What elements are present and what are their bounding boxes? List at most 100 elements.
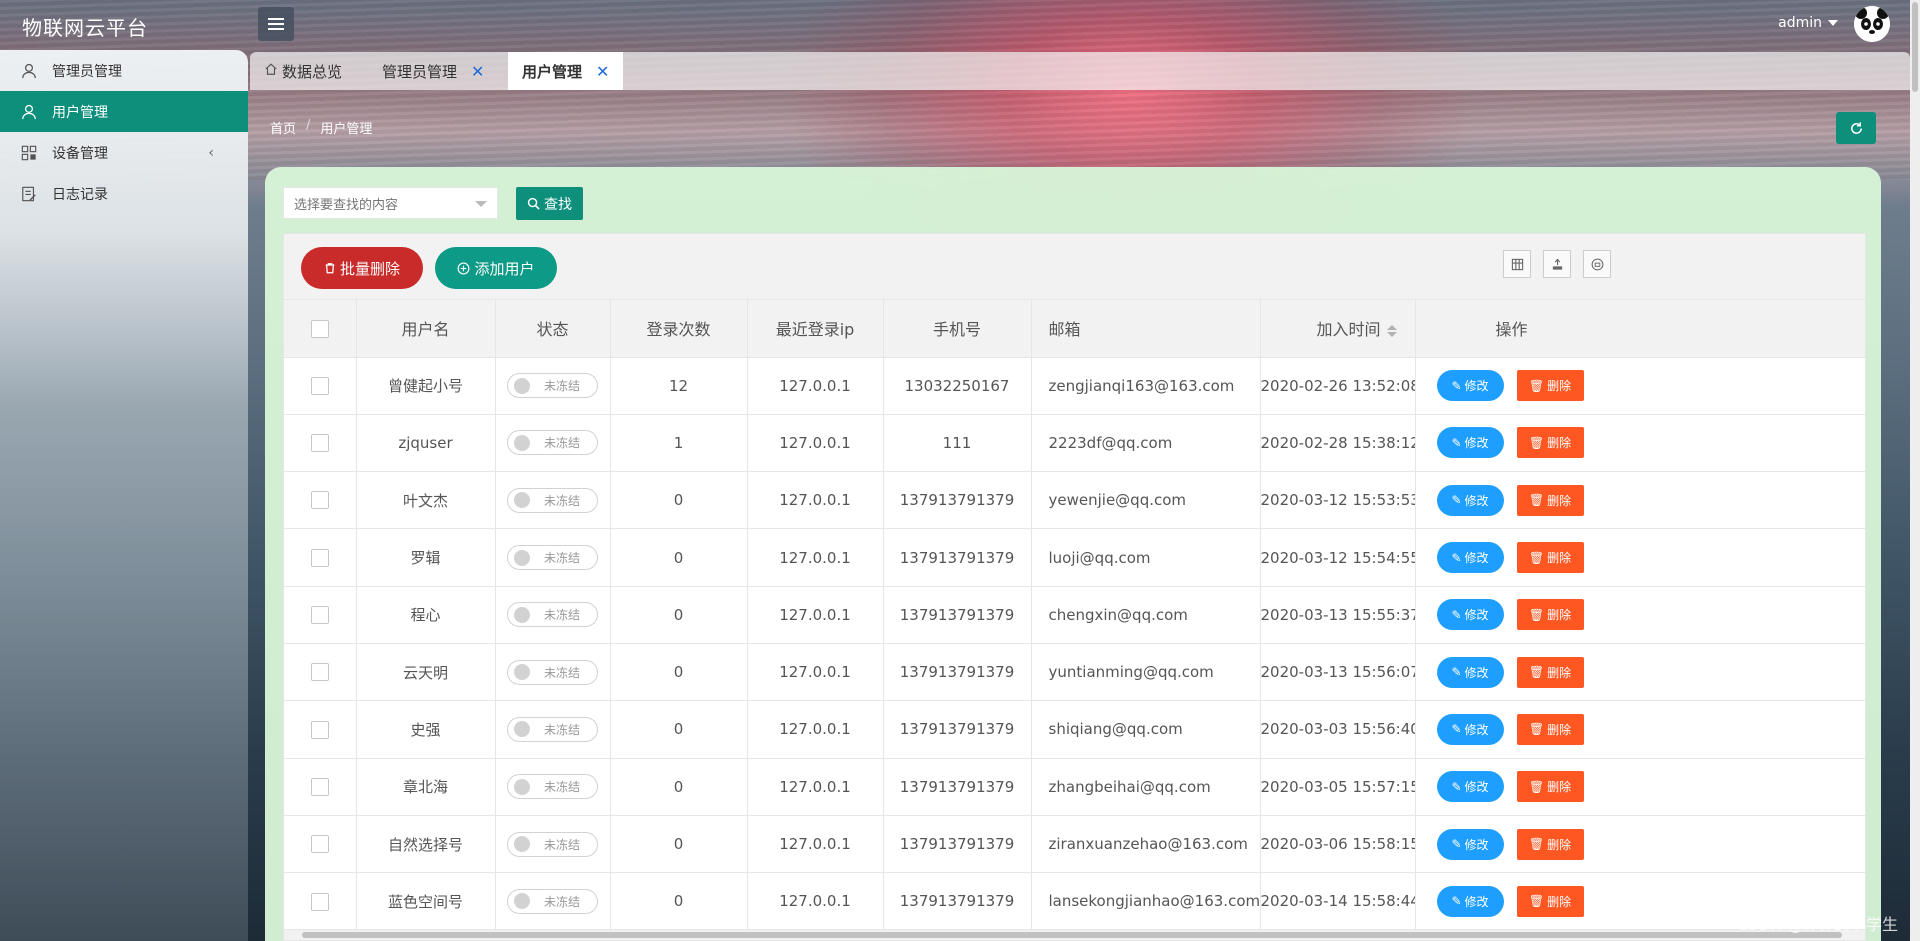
delete-label: 删除	[1547, 551, 1572, 566]
edit-label: 修改	[1464, 493, 1489, 508]
sort-icon[interactable]	[1386, 324, 1397, 337]
row-checkbox[interactable]	[310, 548, 329, 567]
edit-button[interactable]: ✎ 修改	[1436, 771, 1504, 803]
row-select-cell[interactable]	[284, 471, 357, 530]
cell-username: 曾健起小号	[356, 357, 496, 415]
column-filter-button[interactable]	[1503, 250, 1531, 278]
switch-knob	[514, 492, 530, 509]
freeze-switch[interactable]: 未冻结	[507, 430, 598, 456]
row-checkbox[interactable]	[310, 606, 329, 625]
export-button[interactable]	[1543, 250, 1571, 278]
cell-joined: 2020-03-13 15:56:07	[1260, 643, 1416, 702]
delete-button[interactable]: 🗑 删除	[1516, 542, 1584, 574]
cell-status: 未冻结	[495, 471, 611, 530]
edit-button[interactable]: ✎ 修改	[1436, 656, 1504, 688]
row-checkbox[interactable]	[310, 720, 329, 739]
cell-joined: 2020-03-03 15:56:40	[1260, 700, 1416, 759]
tab-admin-management[interactable]: 管理员管理 ✕	[368, 52, 498, 90]
cell-phone: 137913791379	[883, 758, 1032, 816]
delete-button[interactable]: 🗑 删除	[1516, 370, 1584, 402]
vertical-scrollbar[interactable]	[1910, 0, 1920, 941]
search-select[interactable]: 选择要查找的内容	[283, 187, 498, 219]
cell-logins: 0	[610, 758, 748, 816]
refresh-button[interactable]	[1836, 112, 1876, 144]
cell-joined: 2020-03-12 15:54:55	[1260, 528, 1416, 587]
sidebar-item-user-management[interactable]: 用户管理	[0, 91, 248, 132]
row-select-cell[interactable]	[284, 758, 357, 816]
avatar[interactable]	[1854, 6, 1890, 42]
row-checkbox[interactable]	[310, 892, 329, 911]
delete-button[interactable]: 🗑 删除	[1516, 771, 1584, 803]
freeze-switch[interactable]: 未冻结	[507, 774, 598, 800]
tab-overview[interactable]: 数据总览	[250, 52, 356, 90]
print-button[interactable]	[1583, 250, 1611, 278]
select-all-checkbox[interactable]	[310, 320, 329, 338]
delete-label: 删除	[1547, 894, 1572, 909]
edit-button[interactable]: ✎ 修改	[1436, 370, 1504, 402]
delete-button[interactable]: 🗑 删除	[1516, 885, 1584, 917]
pencil-icon: ✎	[1451, 550, 1462, 565]
row-select-cell[interactable]	[284, 357, 357, 415]
freeze-switch[interactable]: 未冻结	[507, 831, 598, 857]
search-button[interactable]: 查找	[516, 187, 583, 220]
user-table: 用户名 状态 登录次数 最近登录ip 手机号 邮箱 加入时间 操作 曾健起小号未…	[284, 300, 1865, 931]
tab-user-management[interactable]: 用户管理 ✕	[508, 52, 624, 90]
user-menu[interactable]: admin	[1778, 15, 1838, 31]
menu-toggle-button[interactable]	[258, 7, 294, 41]
freeze-switch[interactable]: 未冻结	[507, 888, 598, 914]
edit-button[interactable]: ✎ 修改	[1436, 484, 1504, 516]
edit-button[interactable]: ✎ 修改	[1436, 599, 1504, 631]
sidebar-item-log-records[interactable]: 日志记录	[0, 173, 248, 214]
row-select-cell[interactable]	[284, 586, 357, 644]
sidebar-item-admin-management[interactable]: 管理员管理	[0, 50, 248, 91]
sidebar-item-device-management[interactable]: 设备管理 ‹	[0, 132, 248, 173]
row-checkbox[interactable]	[310, 835, 329, 854]
delete-button[interactable]: 🗑 删除	[1516, 427, 1584, 459]
breadcrumb: 首页 / 用户管理	[270, 118, 372, 137]
scrollbar-thumb[interactable]	[1912, 2, 1918, 92]
delete-button[interactable]: 🗑 删除	[1516, 484, 1584, 516]
breadcrumb-home[interactable]: 首页	[270, 118, 296, 137]
cell-email: yewenjie@qq.com	[1031, 471, 1261, 530]
freeze-switch[interactable]: 未冻结	[507, 373, 598, 399]
row-select-cell[interactable]	[284, 815, 357, 874]
freeze-switch[interactable]: 未冻结	[507, 659, 598, 685]
delete-button[interactable]: 🗑 删除	[1516, 828, 1584, 860]
edit-button[interactable]: ✎ 修改	[1436, 713, 1504, 745]
batch-delete-button[interactable]: 批量删除	[301, 247, 423, 289]
edit-button[interactable]: ✎ 修改	[1436, 427, 1504, 459]
row-checkbox[interactable]	[310, 376, 329, 395]
row-select-cell[interactable]	[284, 643, 357, 702]
tab-bar: 数据总览 管理员管理 ✕ 用户管理 ✕	[250, 52, 1910, 90]
delete-button[interactable]: 🗑 删除	[1516, 599, 1584, 631]
freeze-switch[interactable]: 未冻结	[507, 716, 598, 742]
cell-joined: 2020-02-26 13:52:08	[1260, 357, 1416, 415]
edit-button[interactable]: ✎ 修改	[1436, 885, 1504, 917]
edit-button[interactable]: ✎ 修改	[1436, 828, 1504, 860]
row-checkbox[interactable]	[310, 434, 329, 453]
select-all-cell[interactable]	[284, 300, 357, 358]
row-checkbox[interactable]	[310, 777, 329, 796]
freeze-switch[interactable]: 未冻结	[507, 602, 598, 628]
column-header-joined[interactable]: 加入时间	[1260, 300, 1416, 358]
row-select-cell[interactable]	[284, 414, 357, 473]
table-row: 罗辑 未冻结 0 127.0.0.1 137913791379 luoji@qq.com 2…	[284, 528, 1865, 587]
edit-button[interactable]: ✎ 修改	[1436, 542, 1504, 574]
horizontal-scrollbar[interactable]	[284, 930, 1865, 940]
row-checkbox[interactable]	[310, 663, 329, 682]
edit-label: 修改	[1464, 551, 1489, 566]
close-icon[interactable]: ✕	[471, 62, 484, 81]
column-header-actions: 操作	[1415, 300, 1865, 358]
delete-button[interactable]: 🗑 删除	[1516, 713, 1584, 745]
row-select-cell[interactable]	[284, 700, 357, 759]
scrollbar-thumb[interactable]	[302, 932, 1842, 938]
row-select-cell[interactable]	[284, 872, 357, 931]
freeze-switch[interactable]: 未冻结	[507, 487, 598, 513]
add-user-button[interactable]: 添加用户	[435, 247, 557, 289]
freeze-switch[interactable]: 未冻结	[507, 545, 598, 571]
row-checkbox[interactable]	[310, 491, 329, 510]
close-icon[interactable]: ✕	[596, 62, 609, 81]
row-select-cell[interactable]	[284, 528, 357, 587]
delete-button[interactable]: 🗑 删除	[1516, 656, 1584, 688]
cell-username: 章北海	[356, 758, 496, 816]
